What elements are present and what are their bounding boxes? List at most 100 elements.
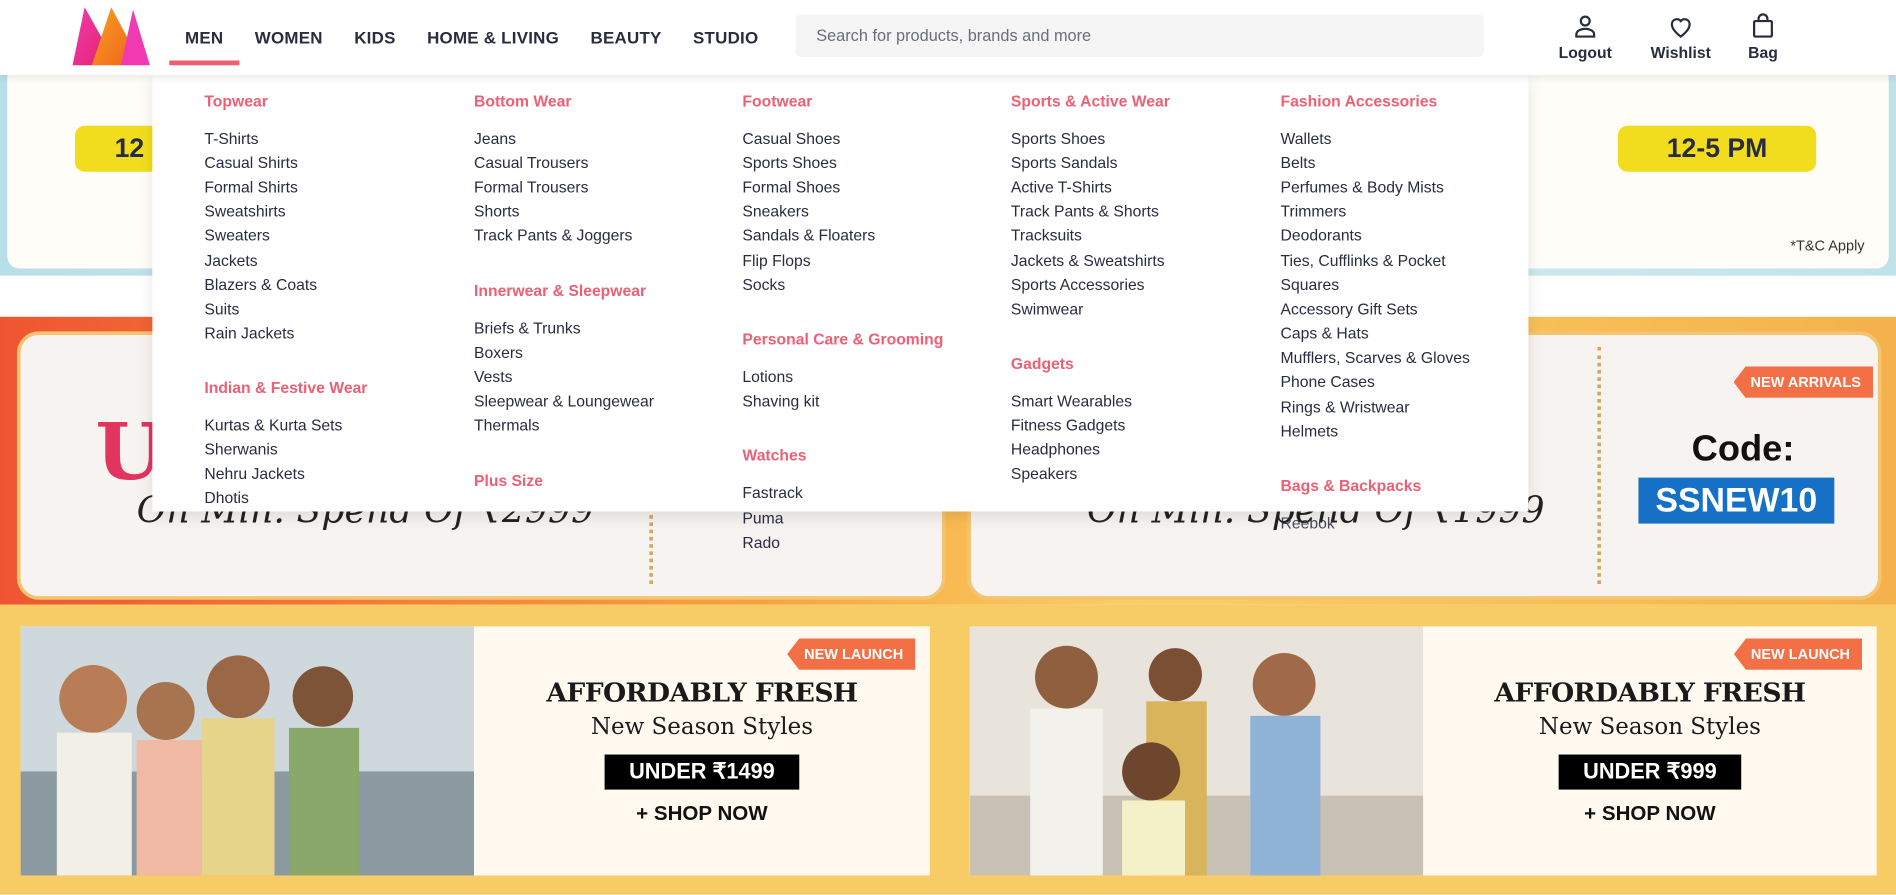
menu-item[interactable]: Rain Jackets (204, 324, 294, 343)
menu-item[interactable]: Sports Accessories (1011, 276, 1145, 295)
menu-item[interactable]: Jackets & Sweatshirts (1011, 252, 1165, 271)
menu-item[interactable]: Perfumes & Body Mists (1281, 178, 1444, 197)
menu-category[interactable]: Personal Care & Grooming (742, 330, 943, 348)
menu-item[interactable]: Boxers (474, 343, 523, 362)
menu-item[interactable]: Jackets (204, 252, 257, 271)
menu-item[interactable]: Track Pants & Shorts (1011, 202, 1159, 221)
menu-item[interactable]: Swimwear (1011, 300, 1084, 319)
promo-card-right[interactable]: AFFORDABLY FRESH New Season Styles UNDER… (969, 626, 1877, 876)
search-bar[interactable] (795, 14, 1484, 57)
nav-home-living[interactable]: HOME & LIVING (411, 0, 574, 75)
menu-item[interactable]: Trimmers (1281, 202, 1347, 221)
menu-item[interactable]: Belts (1281, 154, 1316, 173)
menu-category[interactable]: Sports & Active Wear (1011, 92, 1170, 110)
bag-label: Bag (1748, 43, 1778, 62)
menu-item[interactable]: Sports Sandals (1011, 154, 1118, 173)
menu-item[interactable]: Wallets (1281, 129, 1332, 148)
menu-category[interactable]: Fashion Accessories (1281, 92, 1438, 110)
menu-item[interactable]: Mufflers, Scarves & Gloves (1281, 348, 1470, 367)
menu-item[interactable]: Active T-Shirts (1011, 178, 1112, 197)
menu-item[interactable]: Briefs & Trunks (474, 319, 581, 338)
nav-men[interactable]: MEN (169, 0, 239, 75)
top-header: MEN WOMEN KIDS HOME & LIVING BEAUTY STUD… (0, 0, 1896, 75)
menu-item[interactable]: Jeans (474, 129, 516, 148)
menu-item[interactable]: Rings & Wristwear (1281, 398, 1410, 417)
menu-item[interactable]: Sandals & Floaters (742, 226, 875, 245)
promo-subtitle: New Season Styles (1538, 712, 1761, 740)
menu-item[interactable]: Phone Cases (1281, 372, 1375, 391)
search-input[interactable] (816, 26, 1484, 45)
bag-button[interactable]: Bag (1741, 0, 1785, 75)
menu-item[interactable]: Sneakers (742, 202, 808, 221)
menu-category[interactable]: Bags & Backpacks (1281, 476, 1422, 494)
menu-item[interactable]: Casual Shirts (204, 154, 297, 173)
coupon-code-value: SSNEW10 (1638, 477, 1835, 524)
menu-item[interactable]: Speakers (1011, 464, 1077, 483)
menu-category[interactable]: Gadgets (1011, 354, 1074, 372)
menu-item[interactable]: Deodorants (1281, 226, 1362, 245)
menu-item[interactable]: Formal Trousers (474, 178, 588, 197)
menu-item[interactable]: Sports Shoes (742, 154, 836, 173)
menu-category[interactable]: Watches (742, 446, 806, 464)
menu-item[interactable]: Caps & Hats (1281, 324, 1369, 343)
menu-item[interactable]: Flip Flops (742, 252, 810, 271)
menu-item[interactable]: Track Pants & Joggers (474, 226, 632, 245)
menu-item[interactable]: Vests (474, 368, 512, 387)
nav-studio[interactable]: STUDIO (677, 0, 774, 75)
promo-photo-right (969, 626, 1424, 876)
menu-category[interactable]: Innerwear & Sleepwear (474, 282, 646, 300)
menu-item[interactable]: Formal Shoes (742, 178, 840, 197)
menu-item[interactable]: Headphones (1011, 440, 1100, 459)
menu-item[interactable]: Formal Shirts (204, 178, 297, 197)
menu-category[interactable]: Plus Size (474, 472, 543, 490)
menu-item[interactable]: Sherwanis (204, 440, 277, 459)
menu-item[interactable]: Shaving kit (742, 392, 819, 411)
menu-category[interactable]: Topwear (204, 92, 267, 110)
ticket-divider (1597, 347, 1601, 585)
menu-item[interactable]: Casual Shoes (742, 129, 840, 148)
shop-now-link[interactable]: + SHOP NOW (636, 801, 768, 825)
menu-item[interactable]: Smart Wearables (1011, 392, 1132, 411)
menu-item[interactable]: Nehru Jackets (204, 464, 304, 483)
menu-item[interactable]: Shorts (474, 202, 519, 221)
menu-item[interactable]: Fitness Gadgets (1011, 416, 1125, 435)
menu-item[interactable]: Sweaters (204, 226, 270, 245)
menu-item[interactable]: Sports Shoes (1011, 129, 1105, 148)
menu-item[interactable]: Suits (204, 300, 239, 319)
menu-category[interactable]: Footwear (742, 92, 812, 110)
menu-item[interactable]: Accessory Gift Sets (1281, 300, 1418, 319)
main-nav: MEN WOMEN KIDS HOME & LIVING BEAUTY STUD… (169, 0, 774, 75)
menu-item[interactable]: Lotions (742, 368, 793, 387)
menu-category[interactable]: Bottom Wear (474, 92, 572, 110)
menu-item[interactable]: Ties, Cufflinks & Pocket (1281, 252, 1446, 271)
menu-item[interactable]: Squares (1281, 276, 1340, 295)
menu-item[interactable]: Thermals (474, 416, 540, 435)
menu-item[interactable]: Fastrack (742, 484, 802, 503)
promo-price: UNDER ₹1499 (604, 753, 799, 789)
overflow-menu-item[interactable]: Reebok (1281, 514, 1335, 532)
menu-item[interactable]: Dhotis (204, 489, 249, 508)
menu-category[interactable]: Indian & Festive Wear (204, 378, 367, 396)
menu-item[interactable]: Sweatshirts (204, 202, 285, 221)
myntra-logo-icon[interactable] (65, 5, 152, 68)
menu-item[interactable]: Blazers & Coats (204, 276, 317, 295)
promo-card-left[interactable]: AFFORDABLY FRESH New Season Styles UNDER… (20, 626, 930, 876)
bag-icon (1753, 13, 1773, 38)
wishlist-button[interactable]: Wishlist (1644, 0, 1717, 75)
menu-item[interactable]: Casual Trousers (474, 154, 588, 173)
menu-item[interactable]: Puma (742, 509, 783, 527)
nav-kids[interactable]: KIDS (338, 0, 411, 75)
nav-women[interactable]: WOMEN (239, 0, 338, 75)
new-launch-badge: NEW LAUNCH (787, 638, 916, 670)
menu-item[interactable]: Sleepwear & Loungewear (474, 392, 654, 411)
nav-beauty[interactable]: BEAUTY (575, 0, 677, 75)
shop-now-link[interactable]: + SHOP NOW (1584, 801, 1716, 825)
menu-item[interactable]: Kurtas & Kurta Sets (204, 416, 342, 435)
menu-item[interactable]: Rado (742, 533, 780, 551)
time-right-text: 12-5 PM (1666, 133, 1768, 164)
menu-item[interactable]: Socks (742, 276, 785, 295)
menu-item[interactable]: T-Shirts (204, 129, 258, 148)
menu-item[interactable]: Helmets (1281, 422, 1339, 441)
menu-item[interactable]: Tracksuits (1011, 226, 1082, 245)
logout-button[interactable]: Logout (1554, 0, 1617, 75)
